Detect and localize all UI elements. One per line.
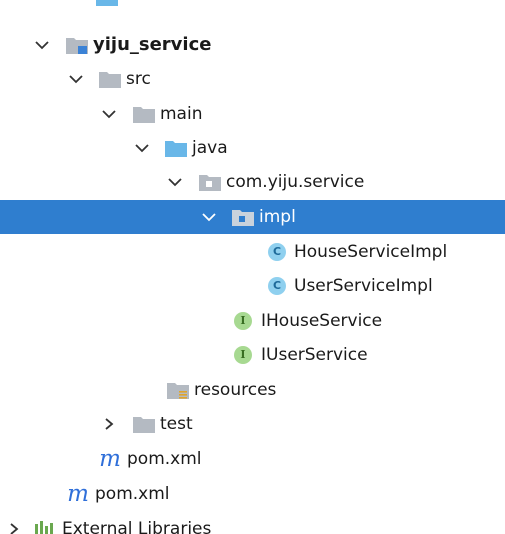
folder-icon	[98, 68, 122, 90]
folder-icon	[132, 103, 156, 125]
package-icon	[198, 171, 222, 193]
interface-icon: I	[234, 312, 252, 330]
tree-label-iuser-service: IUserService	[261, 345, 368, 365]
chevron-down-icon[interactable]	[32, 28, 52, 62]
tree-label-module-pom: pom.xml	[127, 449, 202, 469]
class-icon: C	[268, 243, 286, 261]
tree-label-test: test	[160, 414, 193, 434]
tree-label-user-service-impl: UserServiceImpl	[294, 276, 433, 296]
chevron-down-icon[interactable]	[99, 97, 119, 131]
source-folder-icon	[164, 137, 188, 159]
tree-row-resources[interactable]: resources	[0, 373, 505, 407]
tree-label-external-libraries: External Libraries	[62, 519, 212, 534]
tree-label-house-service-impl: HouseServiceImpl	[294, 242, 448, 262]
chevron-down-icon[interactable]	[165, 165, 185, 199]
tree-row-main[interactable]: main	[0, 97, 505, 131]
tree-row-src[interactable]: src	[0, 62, 505, 96]
chevron-down-icon[interactable]	[199, 200, 219, 234]
folder-icon	[132, 413, 156, 435]
tree-row-partial-top[interactable]	[0, 0, 505, 14]
maven-icon: m	[99, 446, 121, 472]
class-icon: C	[268, 277, 286, 295]
chevron-down-icon[interactable]	[66, 62, 86, 96]
tree-row-yiju-service[interactable]: yiju_service	[0, 28, 505, 62]
maven-icon: m	[67, 481, 89, 507]
chevron-right-icon[interactable]	[99, 407, 119, 441]
tree-row-external-libraries[interactable]: External Libraries	[0, 512, 505, 534]
tree-row-module-pom[interactable]: m pom.xml	[0, 442, 505, 476]
tree-label-main: main	[160, 104, 203, 124]
tree-label-package: com.yiju.service	[226, 172, 365, 192]
tree-label-resources: resources	[194, 380, 277, 400]
tree-row-test[interactable]: test	[0, 407, 505, 441]
project-tree: yiju_service src main java com.yiju.serv…	[0, 0, 505, 534]
interface-icon: I	[234, 346, 252, 364]
tree-row-iuser-service[interactable]: I IUserService	[0, 338, 505, 372]
chevron-right-icon[interactable]	[4, 512, 24, 534]
tree-row-user-service-impl[interactable]: C UserServiceImpl	[0, 269, 505, 303]
tree-row-house-service-impl[interactable]: C HouseServiceImpl	[0, 235, 505, 269]
libraries-icon	[32, 518, 56, 534]
tree-row-ihouse-service[interactable]: I IHouseService	[0, 304, 505, 338]
package-icon	[231, 206, 255, 228]
tree-label-root-pom: pom.xml	[95, 484, 170, 504]
tree-row-package[interactable]: com.yiju.service	[0, 165, 505, 199]
tree-label-java: java	[192, 138, 228, 158]
resources-folder-icon	[166, 379, 190, 401]
module-folder-icon	[65, 34, 89, 56]
folder-icon	[95, 0, 119, 8]
tree-label-src: src	[126, 69, 151, 89]
chevron-down-icon[interactable]	[132, 131, 152, 165]
tree-label-impl: impl	[259, 207, 296, 227]
tree-row-java[interactable]: java	[0, 131, 505, 165]
tree-label-yiju-service: yiju_service	[93, 34, 212, 55]
tree-label-ihouse-service: IHouseService	[261, 311, 383, 331]
tree-row-root-pom[interactable]: m pom.xml	[0, 477, 505, 511]
tree-row-impl[interactable]: impl	[0, 200, 505, 234]
